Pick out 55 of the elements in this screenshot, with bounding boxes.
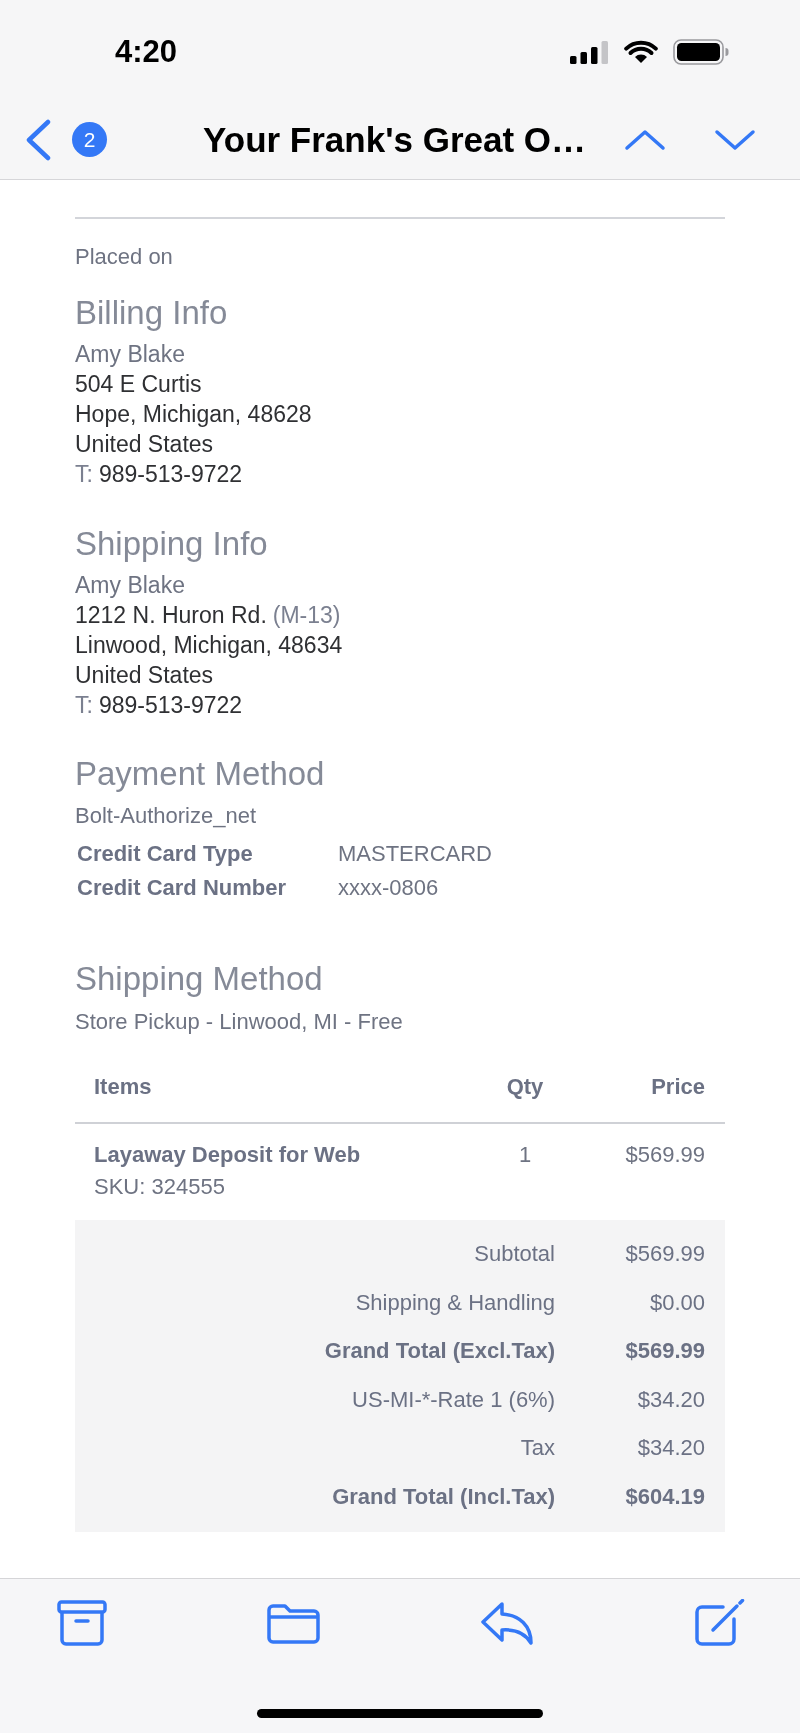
column-header: Items	[94, 1073, 153, 1101]
card-detail-value: xxxx-0806	[338, 874, 440, 902]
phone-number: 989-513-9722	[98, 461, 243, 487]
column-header: Qty	[505, 1073, 545, 1101]
total-label: Subtotal	[473, 1240, 555, 1268]
address-note: (M-13)	[272, 602, 341, 628]
card-detail-value: MASTERCARD	[338, 840, 493, 868]
phone-label: T:	[75, 692, 93, 718]
item-quantity: 1	[517, 1141, 533, 1169]
section-heading: Shipping Method	[75, 959, 324, 999]
total-label: US-MI-*-Rate 1 (6%)	[351, 1385, 555, 1414]
total-value: $34.20	[636, 1385, 705, 1414]
unread-count-badge: 2	[72, 122, 107, 157]
address-line: Hope, Michigan, 48628	[75, 401, 312, 427]
status-time: 4:20	[115, 34, 178, 70]
total-value: $569.99	[624, 1337, 705, 1365]
total-label: Shipping & Handling	[354, 1288, 555, 1317]
address-line: United States	[75, 431, 214, 457]
reply-icon[interactable]	[480, 1600, 535, 1646]
address-line: Linwood, Michigan, 48634	[75, 632, 343, 658]
total-value: $569.99	[624, 1240, 705, 1268]
total-label: Grand Total (Excl.Tax)	[323, 1337, 555, 1365]
section-heading: Shipping Info	[75, 524, 269, 564]
section-heading: Billing Info	[75, 293, 229, 333]
wifi-icon	[624, 40, 658, 64]
address-line: United States	[75, 662, 214, 688]
item-price: $569.99	[624, 1141, 705, 1169]
card-detail-label: Credit Card Type	[77, 840, 254, 868]
signal-icon	[570, 40, 609, 64]
card-detail-label: Credit Card Number	[77, 874, 288, 902]
compose-icon[interactable]	[692, 1599, 745, 1647]
total-value: $34.20	[636, 1434, 705, 1462]
total-label: Tax	[519, 1434, 555, 1462]
item-name: Layaway Deposit for Web	[94, 1141, 362, 1169]
phone-number: 989-513-9722	[98, 692, 243, 718]
customer-name: Amy Blake	[75, 571, 186, 600]
column-header: Price	[650, 1073, 705, 1101]
address-line: 504 E Curtis	[75, 371, 202, 397]
item-sku: SKU: 324555	[94, 1173, 226, 1201]
total-value: $604.19	[624, 1482, 705, 1511]
customer-name: Amy Blake	[75, 340, 186, 369]
phone-label: T:	[75, 461, 93, 487]
message-title: Your Frank's Great O…	[203, 118, 587, 161]
back-chevron-icon[interactable]	[25, 118, 51, 161]
chevron-up-icon[interactable]	[624, 128, 666, 151]
address-line: 1212 N. Huron Rd.	[75, 602, 267, 628]
section-heading: Payment Method	[75, 754, 326, 794]
shipping-method-description: Store Pickup - Linwood, MI - Free	[75, 1008, 404, 1036]
archive-icon[interactable]	[57, 1600, 107, 1646]
total-value: $0.00	[648, 1288, 705, 1317]
battery-icon	[673, 39, 730, 65]
payment-method-name: Bolt-Authorize_net	[75, 802, 257, 830]
placed-on-label: Placed on	[75, 243, 174, 271]
total-label: Grand Total (Incl.Tax)	[331, 1482, 555, 1511]
chevron-down-icon[interactable]	[714, 128, 756, 151]
